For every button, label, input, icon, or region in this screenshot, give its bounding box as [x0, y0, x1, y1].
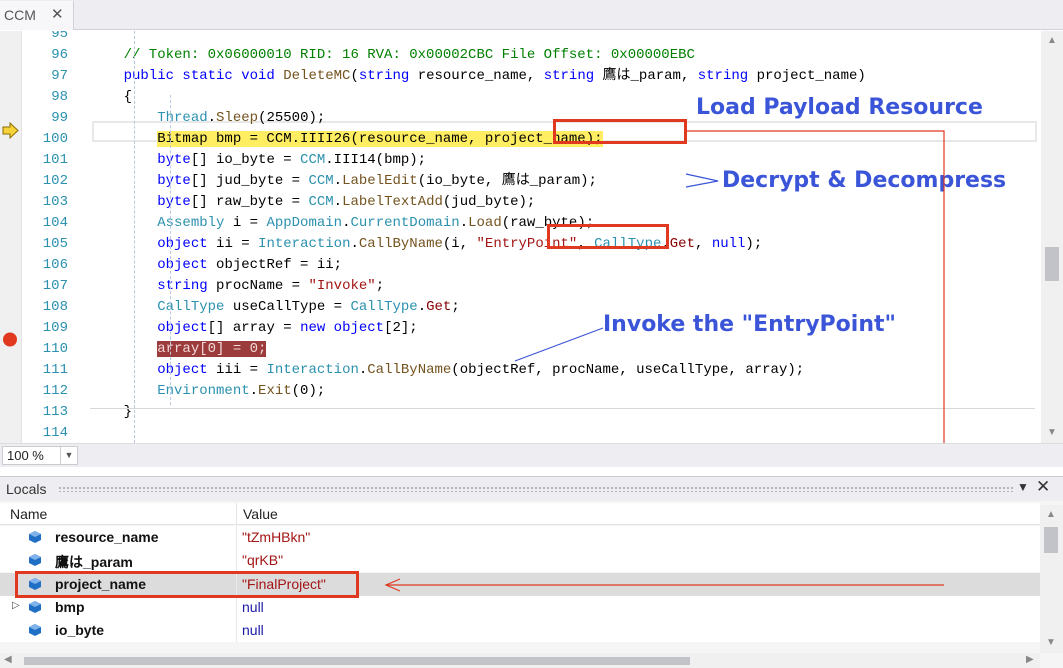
scroll-down-icon[interactable]: ▼: [1046, 637, 1056, 648]
zoom-bar: 100 % ▼: [0, 443, 1063, 467]
close-icon[interactable]: ✕: [51, 5, 64, 23]
close-icon[interactable]: ✕: [1036, 477, 1050, 497]
expand-icon[interactable]: ▷: [12, 600, 20, 611]
scroll-up-icon[interactable]: ▲: [1046, 509, 1056, 520]
tab-ccm[interactable]: CCM ✕: [0, 1, 74, 30]
column-divider[interactable]: [236, 503, 237, 525]
chevron-down-icon[interactable]: ▼: [60, 446, 77, 465]
value-link-arrow: [384, 578, 944, 592]
local-name: bmp: [55, 598, 85, 615]
locals-horizontal-scrollbar[interactable]: ◀ ▶: [0, 653, 1040, 668]
local-value[interactable]: "tZmHBkn": [242, 529, 310, 545]
title-grip[interactable]: [58, 486, 1013, 492]
column-divider: [236, 619, 237, 643]
scroll-right-icon[interactable]: ▶: [1026, 654, 1034, 665]
annotation-arrows: [514, 130, 945, 443]
locals-header: Name Value: [0, 503, 1040, 525]
column-divider: [236, 526, 237, 549]
tab-title: CCM: [4, 7, 36, 23]
locals-row[interactable]: ▷ bmp null: [0, 595, 1040, 619]
scroll-thumb[interactable]: [24, 657, 690, 665]
column-divider: [236, 549, 237, 573]
zoom-select[interactable]: 100 % ▼: [2, 446, 78, 465]
zoom-value: 100 %: [7, 448, 44, 463]
column-header-value[interactable]: Value: [243, 506, 278, 522]
scroll-thumb[interactable]: [1045, 247, 1059, 281]
project-name-row-highlight: [15, 571, 359, 598]
local-variable-icon: [29, 624, 41, 637]
locals-row[interactable]: resource_name "tZmHBkn": [0, 526, 1040, 549]
local-value[interactable]: null: [242, 622, 264, 638]
local-name: resource_name: [55, 529, 159, 545]
scroll-down-icon[interactable]: ▼: [1047, 427, 1057, 438]
scroll-left-icon[interactable]: ◀: [4, 654, 12, 665]
code-editor[interactable]: 95 96 // Token: 0x06000010 RID: 16 RVA: 0…: [0, 31, 1063, 443]
local-name: io_byte: [55, 622, 105, 639]
local-value[interactable]: null: [242, 599, 264, 615]
scroll-thumb[interactable]: [1044, 527, 1058, 553]
locals-row[interactable]: io_byte null: [0, 619, 1040, 643]
editor-vertical-scrollbar[interactable]: ▲ ▼: [1041, 31, 1063, 443]
locals-title: Locals: [6, 481, 47, 497]
locals-panel: Locals ▼ ✕ Name Value resource_name "tZmH…: [0, 476, 1063, 668]
scroll-up-icon[interactable]: ▲: [1047, 35, 1057, 46]
column-header-name[interactable]: Name: [10, 506, 47, 522]
local-variable-icon: [29, 531, 41, 543]
locals-vertical-scrollbar[interactable]: ▲ ▼: [1040, 505, 1063, 653]
local-name: 鷹は_param: [55, 554, 133, 571]
column-divider: [236, 595, 237, 619]
locals-title-bar: Locals ▼ ✕: [0, 477, 1063, 501]
document-tab-bar: CCM ✕: [0, 0, 1063, 30]
local-variable-icon: [29, 554, 41, 567]
panel-menu-icon[interactable]: ▼: [1017, 480, 1029, 494]
locals-row[interactable]: 鷹は_param "qrKB": [0, 549, 1040, 573]
local-variable-icon: [29, 600, 41, 613]
local-value[interactable]: "qrKB": [242, 552, 283, 568]
